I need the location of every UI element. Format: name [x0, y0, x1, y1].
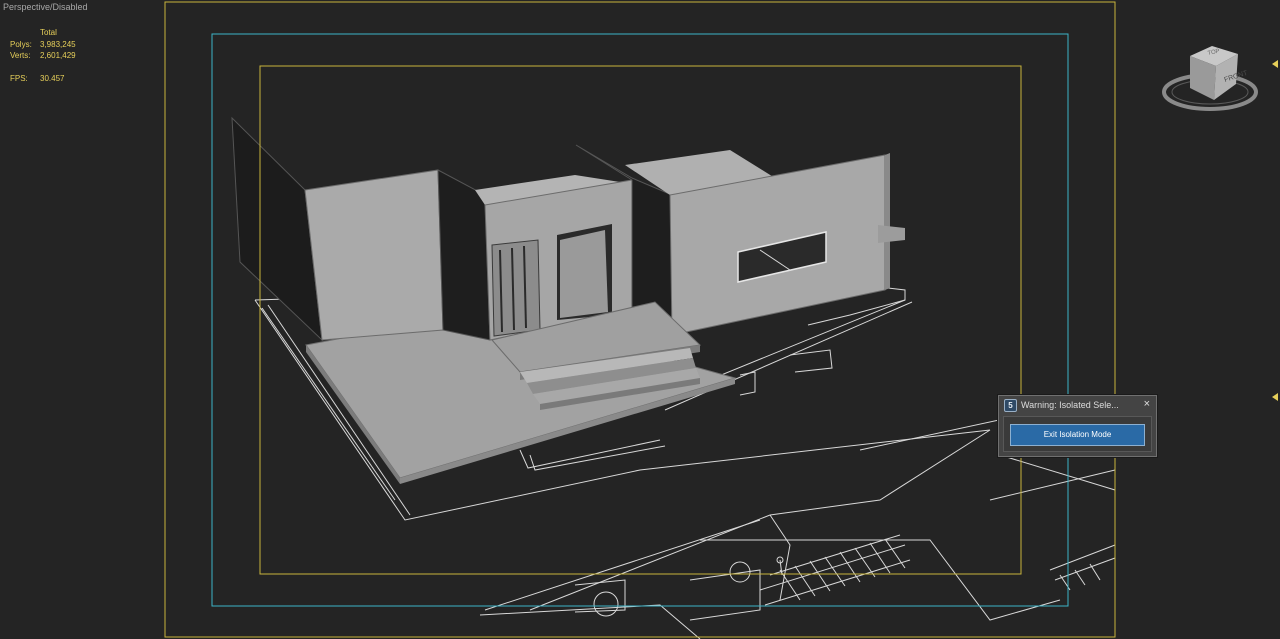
fps-label: FPS:	[10, 73, 28, 83]
fps-value: 30.457	[40, 73, 65, 83]
statistics-overlay: Total Polys: 3,983,245 Verts: 2,601,429 …	[10, 27, 76, 84]
exit-isolation-mode-button[interactable]: Exit Isolation Mode	[1010, 424, 1145, 446]
frame-edge-marker-bottom	[1272, 393, 1278, 401]
frame-edge-marker-top	[1272, 60, 1278, 68]
viewport-label[interactable]: Perspective/Disabled	[3, 2, 88, 12]
viewcube-icon[interactable]: FRONT TOP	[1160, 40, 1260, 120]
isolation-warning-dialog[interactable]: 5 Warning: Isolated Sele... × Exit Isola…	[998, 395, 1157, 457]
verts-label: Verts:	[10, 51, 31, 60]
stats-header: Total	[40, 28, 57, 37]
stats-polys-row: Polys: 3,983,245	[10, 39, 76, 51]
close-icon[interactable]: ×	[1144, 398, 1150, 410]
app-icon: 5	[1004, 398, 1017, 412]
dialog-title: Warning: Isolated Sele...	[1021, 400, 1119, 410]
perspective-viewport[interactable]: Perspective/Disabled Total Polys: 3,983,…	[0, 0, 1280, 639]
verts-value: 2,601,429	[40, 51, 76, 60]
dialog-titlebar[interactable]: 5 Warning: Isolated Sele... ×	[999, 396, 1156, 414]
scene-view	[164, 1, 1116, 639]
polys-value: 3,983,245	[40, 39, 76, 49]
stats-fps-row: FPS: 30.457	[10, 73, 76, 85]
isolated-model	[231, 116, 905, 484]
stats-verts-row: Verts: 2,601,429	[10, 50, 76, 62]
polys-label: Polys:	[10, 39, 32, 49]
dialog-body: Exit Isolation Mode	[1003, 416, 1152, 452]
stair-hatch	[759, 534, 1116, 606]
